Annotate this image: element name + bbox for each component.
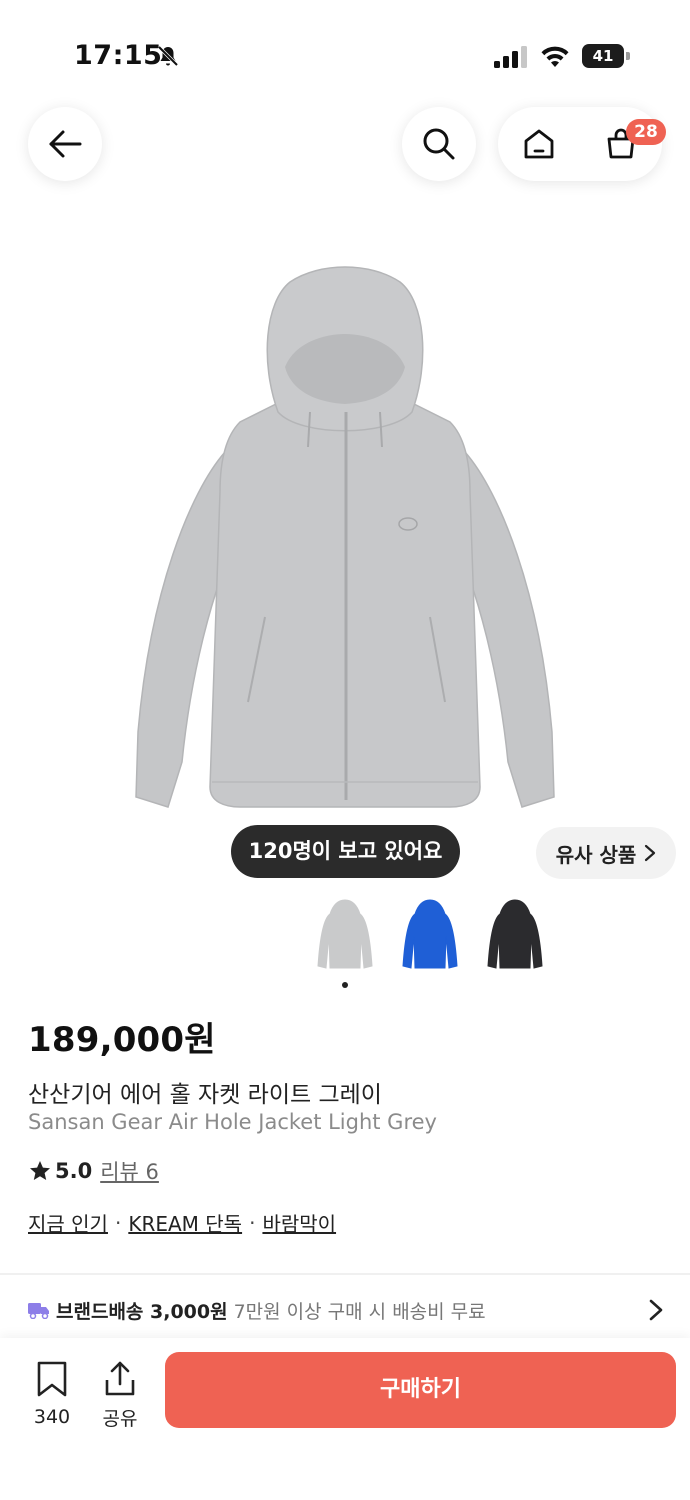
tag-kream-exclusive[interactable]: KREAM 단독	[128, 1208, 242, 1237]
star-icon	[30, 1161, 50, 1180]
cart-badge: 28	[626, 119, 666, 145]
home-button[interactable]	[498, 107, 580, 181]
product-price: 189,000원	[28, 1020, 216, 1060]
bookmark-button[interactable]: 340	[26, 1360, 78, 1430]
tag-separator: ·	[114, 1210, 122, 1235]
battery-indicator: 41	[582, 44, 630, 68]
share-button[interactable]: 공유	[96, 1360, 144, 1430]
cellular-signal-icon	[494, 46, 527, 68]
status-bar: 17:15 41	[0, 0, 690, 110]
wifi-icon	[541, 46, 569, 67]
search-icon	[423, 128, 455, 160]
product-title-en: Sansan Gear Air Hole Jacket Light Grey	[28, 1110, 437, 1134]
battery-cap	[626, 52, 630, 60]
selected-color-dot	[342, 982, 348, 988]
back-button[interactable]	[28, 107, 102, 181]
rating-row: 5.0 리뷰 6	[28, 1156, 159, 1186]
tag-windbreaker[interactable]: 바람막이	[262, 1208, 336, 1237]
viewers-count-pill: 120명이 보고 있어요	[231, 825, 460, 878]
color-options	[310, 896, 560, 976]
bell-off-icon	[157, 45, 179, 67]
rating-value: 5.0	[55, 1159, 93, 1183]
delivery-note: 7만원 이상 구매 시 배송비 무료	[233, 1300, 486, 1323]
section-divider	[0, 1273, 690, 1275]
battery-level: 41	[582, 44, 624, 68]
bookmark-count: 340	[33, 1406, 71, 1428]
bookmark-icon	[37, 1361, 67, 1397]
nav-right-group: 28	[498, 107, 666, 181]
product-image[interactable]	[130, 262, 560, 822]
share-label: 공유	[102, 1408, 138, 1430]
bottom-action-bar: 340 공유 구매하기	[0, 1338, 690, 1500]
status-time: 17:15	[74, 40, 163, 71]
tag-separator: ·	[249, 1210, 256, 1235]
delivery-info-row[interactable]: 브랜드배송 3,000원 7만원 이상 구매 시 배송비 무료	[28, 1288, 668, 1332]
review-link[interactable]: 리뷰 6	[100, 1156, 159, 1186]
tag-popular[interactable]: 지금 인기	[28, 1208, 108, 1237]
delivery-label: 브랜드배송 3,000원	[56, 1300, 228, 1323]
home-icon	[524, 129, 554, 159]
tags-row: 지금 인기 · KREAM 단독 · 바람막이	[28, 1208, 336, 1237]
color-thumb-blue[interactable]	[395, 896, 465, 974]
search-button[interactable]	[402, 107, 476, 181]
buy-button[interactable]: 구매하기	[165, 1352, 676, 1428]
product-title-ko: 산산기어 에어 홀 자켓 라이트 그레이	[28, 1082, 382, 1108]
similar-products-label: 유사 상품	[555, 842, 637, 867]
color-thumb-black[interactable]	[480, 896, 550, 974]
similar-products-button[interactable]: 유사 상품	[536, 827, 676, 879]
color-thumb-light-grey[interactable]	[310, 896, 380, 974]
cart-button[interactable]: 28	[580, 107, 666, 181]
arrow-left-icon	[49, 130, 82, 158]
chevron-right-icon	[645, 844, 656, 862]
chevron-right-icon	[649, 1299, 663, 1321]
truck-icon	[28, 1303, 49, 1319]
share-icon	[105, 1361, 135, 1396]
